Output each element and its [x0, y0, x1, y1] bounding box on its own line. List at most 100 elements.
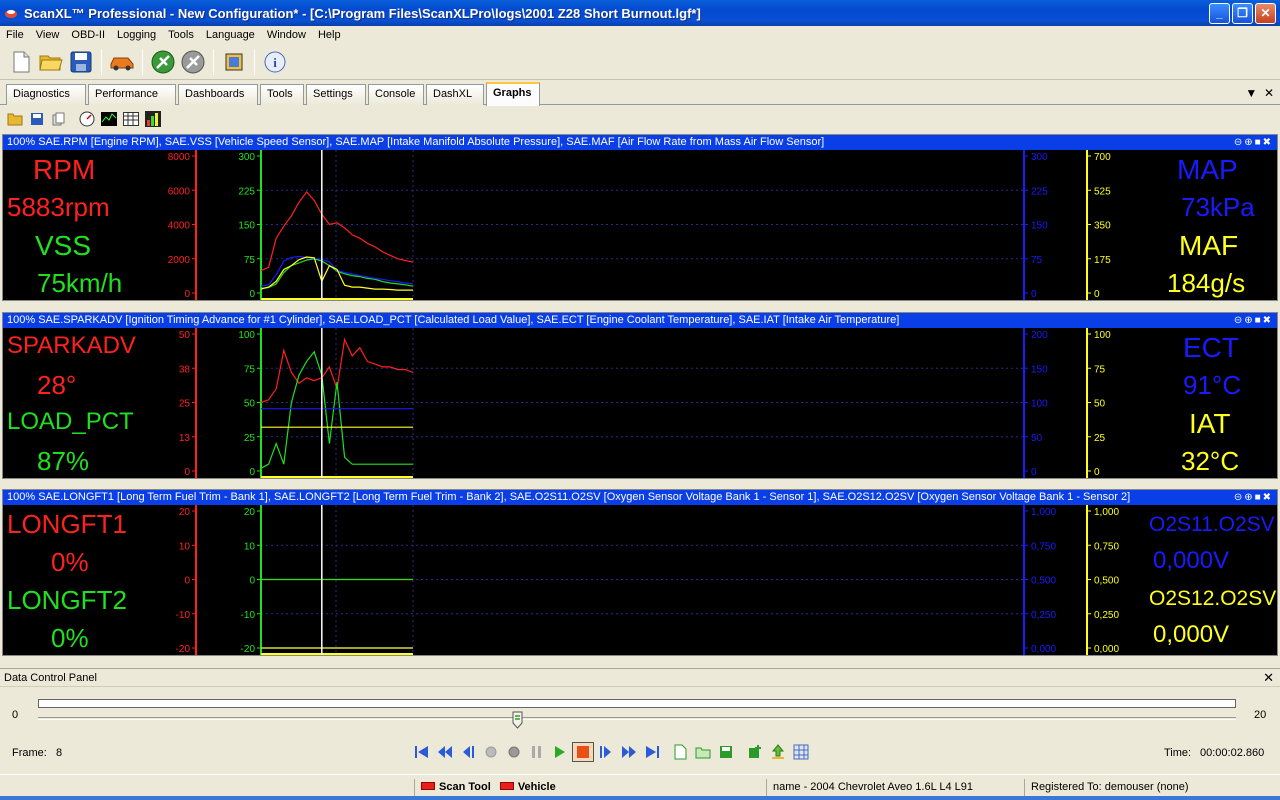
menu-obd-ii[interactable]: OBD-II — [65, 29, 111, 41]
stop-icon[interactable] — [571, 742, 594, 762]
pause-icon[interactable] — [526, 742, 548, 762]
toolbar-separator — [254, 49, 255, 75]
save-icon[interactable] — [28, 110, 46, 128]
menu-file[interactable]: File — [0, 29, 30, 41]
add-marker-icon[interactable] — [744, 742, 766, 762]
tab-diagnostics[interactable]: Diagnostics — [6, 84, 86, 105]
slider-thumb[interactable] — [512, 711, 523, 729]
tick-label: 20 — [244, 507, 256, 518]
frame-slider[interactable] — [38, 717, 1236, 720]
close-icon[interactable]: ✕ — [1263, 670, 1274, 686]
fast-forward-icon[interactable] — [618, 742, 640, 762]
scan-tool-label: Scan Tool — [439, 781, 491, 793]
save-log-icon[interactable] — [715, 742, 737, 762]
last-frame-icon[interactable] — [641, 742, 663, 762]
maximize-button[interactable]: ❐ — [1232, 2, 1253, 24]
tick-label: 4000 — [168, 221, 191, 232]
graph-icon[interactable] — [100, 110, 118, 128]
minimize-button[interactable]: _ — [1209, 2, 1230, 24]
plot-area[interactable]: 8000 6000 4000 2000 0 300 225 150 75 0 300 225 150 75… — [3, 150, 1277, 300]
record-icon[interactable] — [480, 742, 502, 762]
tick-label: 100 — [1094, 330, 1111, 341]
frame-value: 8 — [56, 747, 63, 759]
menu-language[interactable]: Language — [200, 29, 261, 41]
menu-view[interactable]: View — [30, 29, 66, 41]
vehicle-icon[interactable] — [109, 49, 135, 75]
tab-list-icon[interactable]: ▼ — [1245, 86, 1257, 100]
menu-tools[interactable]: Tools — [162, 29, 200, 41]
panel-controls[interactable]: ⊝⊕■✖ — [1229, 313, 1273, 328]
tick-label: 200 — [1031, 330, 1048, 341]
step-back-icon[interactable] — [457, 742, 479, 762]
tab-console[interactable]: Console — [368, 84, 424, 105]
fullscreen-icon[interactable] — [221, 49, 247, 75]
tick-label: 2000 — [168, 255, 191, 266]
progress-track — [38, 699, 1236, 708]
chart-colors-icon[interactable] — [144, 110, 162, 128]
vehicle-name: name - 2004 Chevrolet Aveo 1.6L L4 L91 — [766, 779, 1022, 797]
tick-label: 0,500 — [1031, 576, 1056, 587]
tab-performance[interactable]: Performance — [88, 84, 176, 105]
tick-label: 1,000 — [1031, 507, 1056, 518]
export-icon[interactable] — [767, 742, 789, 762]
tab-tools[interactable]: Tools — [260, 84, 304, 105]
tick-label: 50 — [179, 330, 191, 341]
gauge-icon[interactable] — [78, 110, 96, 128]
tick-label: 0 — [249, 576, 255, 587]
play-icon[interactable] — [549, 742, 571, 762]
tab-close-icon[interactable]: ✕ — [1264, 86, 1274, 100]
step-forward-icon[interactable] — [595, 742, 617, 762]
tab-dashxl[interactable]: DashXL — [426, 84, 484, 105]
playback-controls — [410, 742, 812, 762]
info-icon[interactable]: i — [262, 49, 288, 75]
vehicle-led — [499, 782, 514, 790]
new-file-icon[interactable] — [8, 49, 34, 75]
first-frame-icon[interactable] — [411, 742, 433, 762]
tick-label: 6000 — [168, 186, 191, 197]
tick-label: 10 — [244, 541, 256, 552]
tab-dashboards[interactable]: Dashboards — [178, 84, 258, 105]
tick-label: 300 — [1031, 152, 1048, 163]
panel-title: 100% SAE.RPM [Engine RPM], SAE.VSS [Vehi… — [7, 136, 825, 148]
copy-icon[interactable] — [50, 110, 68, 128]
menu-help[interactable]: Help — [312, 29, 347, 41]
grid-settings-icon[interactable] — [790, 742, 812, 762]
series-line-sparkadv — [260, 337, 414, 404]
open-folder-icon[interactable] — [38, 49, 64, 75]
panel-header: 100% SAE.SPARKADV [Ignition Timing Advan… — [3, 313, 1277, 328]
plot-area[interactable]: 5038251301007550250200150100500100755025… — [3, 328, 1277, 478]
table-icon[interactable] — [122, 110, 140, 128]
toolbar-separator — [101, 49, 102, 75]
data-control-title: Data Control Panel — [0, 669, 1280, 687]
tick-label: 0,000 — [1094, 644, 1119, 655]
tick-label: 25 — [1094, 433, 1106, 444]
menu-logging[interactable]: Logging — [111, 29, 162, 41]
tick-label: 0 — [1094, 467, 1100, 478]
tick-label: 0 — [249, 289, 255, 300]
tick-label: -20 — [241, 644, 256, 655]
record-stop-icon[interactable] — [503, 742, 525, 762]
data-control-panel: Data Control Panel ✕ 0 20 Frame: 8 Time:… — [0, 668, 1280, 772]
connect-icon[interactable] — [150, 49, 176, 75]
tick-label: 525 — [1094, 186, 1111, 197]
menu-bar: File View OBD-II Logging Tools Language … — [0, 26, 1280, 44]
tick-label: 225 — [238, 186, 255, 197]
slider-min-label: 0 — [12, 709, 19, 721]
disconnect-icon[interactable] — [180, 49, 206, 75]
menu-window[interactable]: Window — [261, 29, 312, 41]
panel-controls[interactable]: ⊝⊕■✖ — [1229, 135, 1273, 150]
toolbar-separator — [142, 49, 143, 75]
close-button[interactable]: ✕ — [1255, 2, 1276, 24]
new-log-icon[interactable] — [669, 742, 691, 762]
tab-settings[interactable]: Settings — [306, 84, 366, 105]
panel-controls[interactable]: ⊝⊕■✖ — [1229, 490, 1273, 505]
open-log-icon[interactable] — [692, 742, 714, 762]
tab-graphs[interactable]: Graphs — [486, 82, 540, 106]
tick-label: 25 — [244, 433, 256, 444]
series-line-vss — [260, 258, 414, 289]
plot-area[interactable]: 20 10 0 -10 -20 20 10 0 -10 -20 1,000 0,750 0,500 0,2… — [3, 505, 1277, 655]
save-icon[interactable] — [68, 49, 94, 75]
rewind-icon[interactable] — [434, 742, 456, 762]
open-folder-icon[interactable] — [6, 110, 24, 128]
tick-label: 0,250 — [1031, 610, 1056, 621]
